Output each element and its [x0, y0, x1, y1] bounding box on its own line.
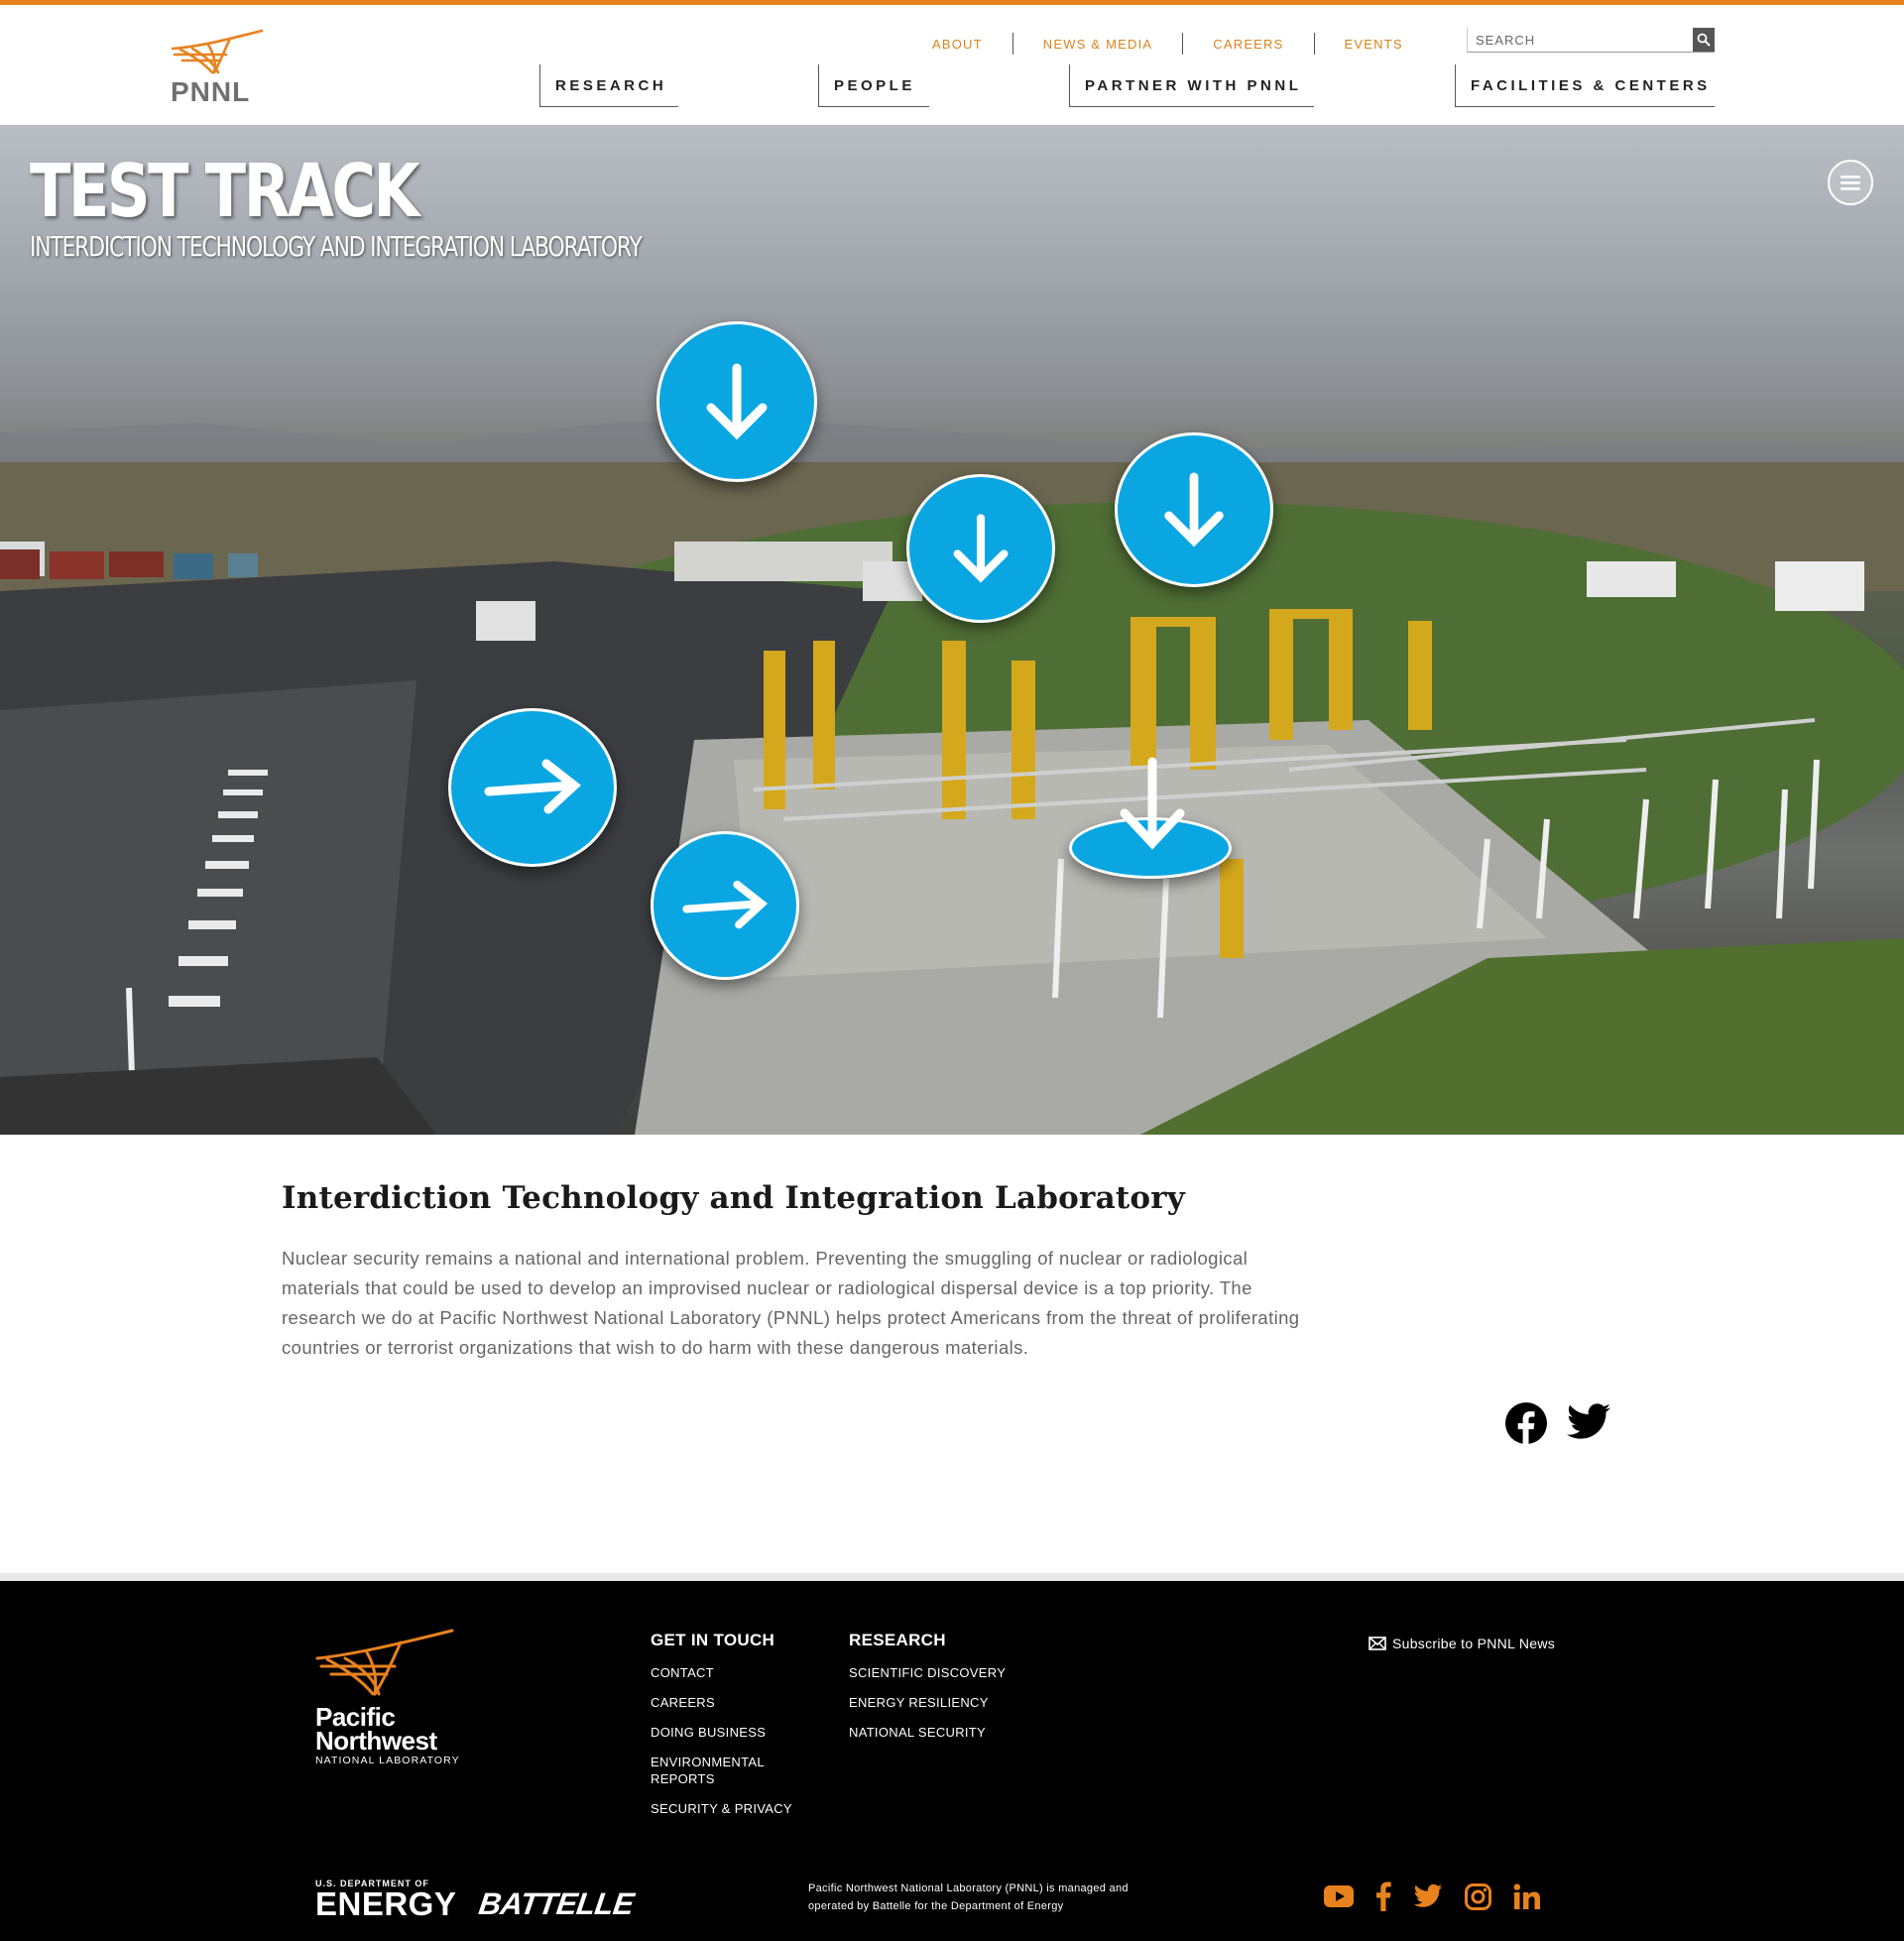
facebook-icon[interactable]	[1375, 1881, 1391, 1911]
footer-heading: RESEARCH	[849, 1631, 946, 1649]
hero-title: TEST TRACK	[30, 149, 420, 234]
site-header: PNNL ABOUT NEWS & MEDIA CAREERS EVENTS R…	[0, 5, 1904, 125]
footer-link-doing-business[interactable]: DOING BUSINESS	[651, 1724, 799, 1741]
footer-link-national-security[interactable]: NATIONAL SECURITY	[849, 1724, 1027, 1741]
divider	[1313, 33, 1315, 55]
nav-partner[interactable]: PARTNER WITH PNNL	[1069, 64, 1314, 107]
subscribe-link[interactable]: Subscribe to PNNL News	[1368, 1636, 1555, 1651]
divider	[1182, 33, 1184, 55]
nav-facilities[interactable]: FACILITIES & CENTERS	[1455, 64, 1715, 107]
test-track-scene-image	[0, 419, 1904, 1135]
footer-link-security-privacy[interactable]: SECURITY & PRIVACY	[651, 1800, 799, 1817]
nav-news-media[interactable]: NEWS & MEDIA	[1043, 37, 1152, 52]
footer-get-in-touch: GET IN TOUCH CONTACT CAREERS DOING BUSIN…	[651, 1631, 799, 1830]
nav-careers[interactable]: CAREERS	[1213, 37, 1283, 52]
divider	[1012, 33, 1013, 55]
linkedin-icon[interactable]	[1513, 1882, 1541, 1910]
footer-logo-line2: Northwest	[315, 1726, 437, 1756]
battelle-logo[interactable]: BATTELLE	[476, 1886, 636, 1922]
pnnl-logo-mark-icon	[315, 1629, 454, 1696]
main-content: Interdiction Technology and Integration …	[282, 1180, 1303, 1363]
hotspot-right-2[interactable]	[651, 831, 799, 980]
utility-nav: ABOUT NEWS & MEDIA CAREERS EVENTS	[932, 33, 1403, 55]
tour-menu-button[interactable]	[1828, 160, 1873, 205]
hero-subtitle: INTERDICTION TECHNOLOGY AND INTEGRATION …	[30, 230, 643, 263]
twitter-icon[interactable]	[1567, 1402, 1610, 1442]
footer-divider	[0, 1573, 1904, 1581]
search-box	[1467, 28, 1715, 53]
share-icons	[1505, 1402, 1610, 1444]
hotspot-right-1[interactable]	[448, 708, 617, 867]
doe-logo-big: ENERGY	[315, 1885, 457, 1922]
search-icon	[1697, 33, 1711, 47]
intro-paragraph: Nuclear security remains a national and …	[282, 1248, 1300, 1358]
search-input[interactable]	[1468, 28, 1686, 52]
arrow-down-icon	[953, 514, 1009, 583]
footer-link-careers[interactable]: CAREERS	[651, 1694, 799, 1711]
footer-social-icons	[1324, 1881, 1541, 1911]
hotspot-down-3[interactable]	[1115, 432, 1273, 587]
search-button[interactable]	[1693, 28, 1715, 52]
footer-heading: GET IN TOUCH	[651, 1631, 775, 1649]
envelope-icon	[1368, 1637, 1386, 1650]
page-heading: Interdiction Technology and Integration …	[282, 1180, 1186, 1216]
subscribe-label: Subscribe to PNNL News	[1392, 1636, 1556, 1651]
hamburger-icon	[1841, 176, 1860, 190]
facebook-icon[interactable]	[1505, 1402, 1547, 1444]
youtube-icon[interactable]	[1324, 1885, 1354, 1907]
twitter-icon[interactable]	[1413, 1883, 1443, 1909]
footer-research: RESEARCH SCIENTIFIC DISCOVERY ENERGY RES…	[849, 1631, 1027, 1754]
footer-logo-line3: NATIONAL LABORATORY	[315, 1755, 460, 1766]
arrow-down-icon	[1120, 757, 1185, 850]
virtual-tour-panorama[interactable]: TEST TRACK INTERDICTION TECHNOLOGY AND I…	[0, 125, 1904, 1135]
footer-logo[interactable]: Pacific Northwest NATIONAL LABORATORY	[315, 1629, 464, 1766]
nav-about[interactable]: ABOUT	[932, 37, 983, 52]
hotspot-down-1[interactable]	[656, 321, 817, 482]
arrow-down-icon	[706, 363, 768, 440]
managed-by-text: Pacific Northwest National Laboratory (P…	[808, 1882, 1129, 1912]
arrow-right-icon	[484, 759, 581, 814]
footer-link-environmental-reports[interactable]: ENVIRONMENTAL REPORTS	[651, 1754, 799, 1787]
hotspot-down-2[interactable]	[906, 474, 1055, 623]
nav-events[interactable]: EVENTS	[1345, 37, 1403, 52]
arrow-down-icon	[1164, 472, 1224, 547]
nav-people[interactable]: PEOPLE	[818, 64, 929, 107]
footer-link-energy-resiliency[interactable]: ENERGY RESILIENCY	[849, 1694, 1027, 1711]
arrow-right-icon	[682, 880, 769, 929]
footer-link-contact[interactable]: CONTACT	[651, 1664, 799, 1681]
doe-logo[interactable]: U.S. DEPARTMENT OF ENERGY	[315, 1879, 456, 1920]
main-nav: RESEARCH PEOPLE PARTNER WITH PNNL FACILI…	[0, 64, 1904, 108]
site-footer: Pacific Northwest NATIONAL LABORATORY GE…	[0, 1581, 1904, 1941]
footer-link-scientific-discovery[interactable]: SCIENTIFIC DISCOVERY	[849, 1664, 1027, 1681]
instagram-icon[interactable]	[1465, 1882, 1491, 1910]
nav-research[interactable]: RESEARCH	[539, 64, 678, 107]
